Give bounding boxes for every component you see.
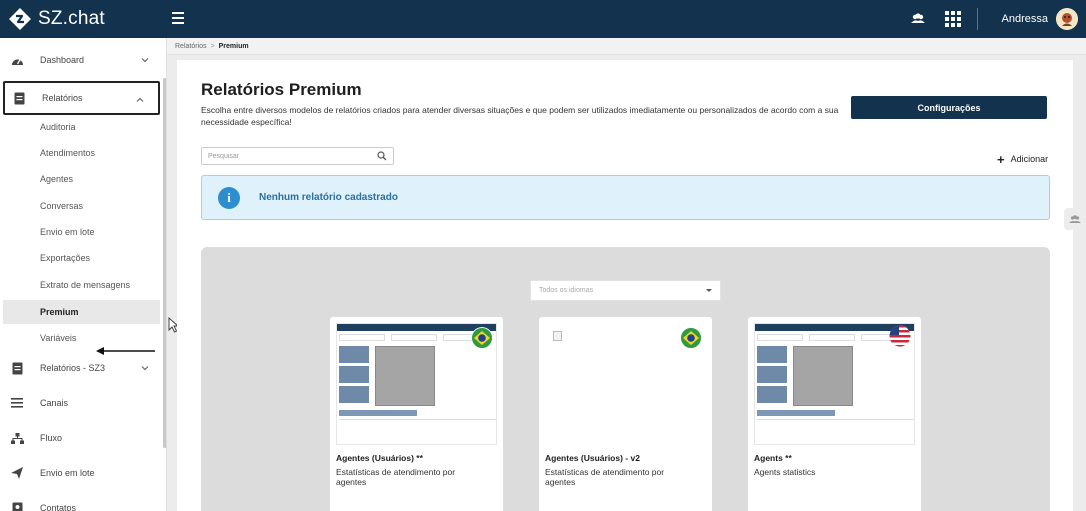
breadcrumb: Relatórios > Premium [167, 38, 1086, 55]
sidebar-item-relatorios[interactable]: Relatórios [3, 81, 160, 115]
brand-name: SZ.chat [38, 8, 105, 29]
card-title: Agents ** [754, 453, 792, 463]
info-icon: i [218, 186, 240, 209]
usa-flag-icon [889, 325, 911, 347]
page-description: Escolha entre diversos modelos de relató… [201, 105, 839, 127]
template-card[interactable]: Agentes (Usuários) - v2 Estatísticas de … [539, 317, 712, 511]
side-panel-handle[interactable] [1064, 208, 1086, 230]
avatar-image-icon [1056, 8, 1078, 30]
sidebar-subitem-extrato-de-mensagens[interactable]: Extrato de mensagens [0, 273, 160, 297]
card-subtitle: Agents statistics [754, 467, 816, 477]
sidebar-item-envio-em-lote[interactable]: Envio em lote [0, 456, 163, 490]
users-icon[interactable] [909, 10, 927, 28]
broken-image-icon [553, 331, 562, 341]
sidebar-scrollbar[interactable] [163, 78, 166, 448]
sidebar-item-canais[interactable]: Canais [0, 386, 163, 420]
dashboard-icon [10, 53, 24, 67]
template-card[interactable]: Agentes (Usuários) ** Estatísticas de at… [330, 317, 503, 511]
card-subtitle: Estatísticas de atendimento por agentes [545, 467, 665, 487]
empty-alert: i Nenhum relatório cadastrado [201, 175, 1050, 220]
user-name[interactable]: Andressa [1002, 13, 1048, 25]
sidebar-subitem-atendimentos[interactable]: Atendimentos [0, 141, 160, 165]
report-icon [10, 361, 24, 375]
menu-toggle-icon[interactable] [172, 12, 184, 24]
sidebar-subitem-premium[interactable]: Premium [3, 300, 160, 324]
brand-logo-icon [9, 8, 31, 30]
card-subtitle: Estatísticas de atendimento por agentes [336, 467, 456, 487]
chevron-down-icon [141, 58, 149, 63]
breadcrumb-parent[interactable]: Relatórios [175, 43, 207, 50]
report-icon [12, 91, 26, 105]
apps-grid-icon[interactable] [944, 11, 961, 27]
sidebar-item-dashboard[interactable]: Dashboard [0, 43, 163, 77]
breadcrumb-separator: > [210, 42, 215, 50]
plus-icon: + [997, 151, 1005, 167]
sidebar-subitem-agentes[interactable]: Agentes [0, 167, 160, 191]
main-panel: Relatórios Premium Escolha entre diverso… [177, 60, 1073, 511]
breadcrumb-current: Premium [218, 42, 249, 50]
top-bar: SZ.chat Andressa [0, 0, 1086, 38]
language-select[interactable]: Todos os idiomas [530, 280, 721, 301]
caret-down-icon [706, 289, 712, 292]
brazil-flag-icon [680, 327, 702, 349]
language-select-value: Todos os idiomas [539, 287, 594, 294]
sidebar-subitem-exportacoes[interactable]: Exportações [0, 246, 160, 270]
sidebar-item-fluxo[interactable]: Fluxo [0, 421, 163, 455]
search-box [201, 147, 394, 165]
sidebar-subitem-auditoria[interactable]: Auditoria [0, 115, 160, 139]
brazil-flag-icon [471, 327, 493, 349]
list-icon [10, 396, 24, 410]
add-report-button[interactable]: + Adicionar [997, 151, 1049, 167]
empty-alert-text: Nenhum relatório cadastrado [259, 192, 398, 203]
avatar[interactable] [1056, 8, 1078, 30]
card-title: Agentes (Usuários) ** [336, 453, 423, 463]
chevron-down-icon [141, 366, 149, 371]
template-card[interactable]: Agents ** Agents statistics [748, 317, 921, 511]
brand[interactable]: SZ.chat [0, 0, 167, 38]
sitemap-icon [10, 431, 24, 445]
sidebar-subitem-envio-em-lote[interactable]: Envio em lote [0, 220, 160, 244]
topbar-divider [976, 8, 978, 30]
sidebar-subitem-conversas[interactable]: Conversas [0, 194, 160, 218]
chevron-up-icon [136, 97, 144, 102]
search-input[interactable] [202, 149, 372, 163]
template-gallery: Todos os idiomas Agentes (Usuários) ** E… [201, 247, 1050, 511]
search-icon[interactable] [377, 151, 387, 161]
address-book-icon [10, 501, 24, 511]
page-title: Relatórios Premium [201, 80, 362, 99]
configuracoes-button[interactable]: Configurações [851, 96, 1047, 119]
annotation-arrow-icon [96, 347, 155, 355]
add-report-label: Adicionar [1010, 154, 1049, 164]
sidebar-item-contatos[interactable]: Contatos [0, 491, 163, 511]
sidebar: Dashboard Relatórios Auditoria Atendimen… [0, 38, 167, 511]
paper-plane-icon [10, 466, 24, 480]
card-title: Agentes (Usuários) - v2 [545, 453, 640, 463]
users-icon [1069, 215, 1081, 223]
